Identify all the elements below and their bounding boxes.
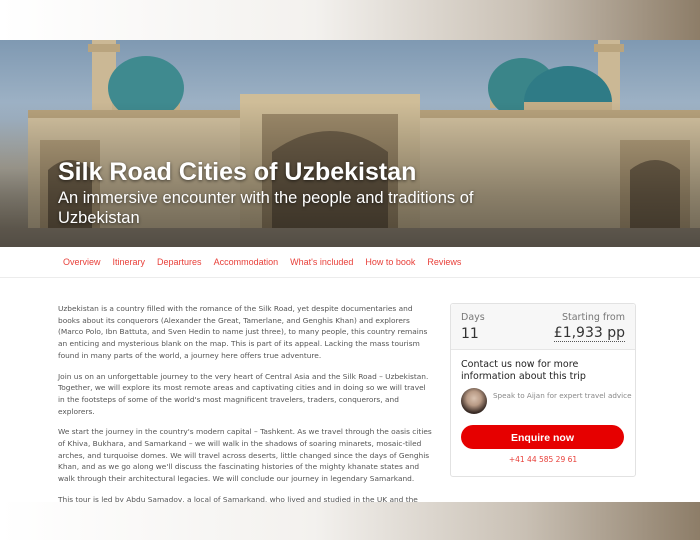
section-tabs: Overview Itinerary Departures Accommodat…: [0, 247, 700, 278]
overview-paragraph: Join us on an unforgettable journey to t…: [58, 371, 429, 416]
days-label: Days: [461, 312, 485, 323]
tab-reviews[interactable]: Reviews: [421, 247, 467, 277]
phone-link[interactable]: +41 44 585 29 61: [451, 455, 635, 464]
tab-itinerary[interactable]: Itinerary: [107, 247, 152, 277]
agent-info: Speak to Aijan for expert travel advice: [461, 388, 632, 416]
price-summary: Days 11 Starting from £1,933 pp: [451, 304, 635, 350]
days-value: 11: [461, 326, 479, 342]
price-label: Starting from: [561, 312, 625, 323]
booking-card: Days 11 Starting from £1,933 pp Contact …: [450, 303, 636, 477]
page-title: Silk Road Cities of Uzbekistan: [58, 158, 417, 186]
tab-departures[interactable]: Departures: [151, 247, 208, 277]
tab-how-to-book[interactable]: How to book: [359, 247, 421, 277]
window-top-strip: [0, 0, 700, 40]
hero-banner: Silk Road Cities of Uzbekistan An immers…: [0, 40, 700, 247]
page-subtitle: An immersive encounter with the people a…: [58, 189, 474, 227]
tab-overview[interactable]: Overview: [57, 247, 107, 277]
overview-paragraph: Uzbekistan is a country filled with the …: [58, 304, 428, 360]
agent-text: Speak to Aijan for expert travel advice: [493, 391, 632, 400]
overview-paragraph: We start the journey in the country's mo…: [58, 427, 432, 484]
price-value[interactable]: £1,933 pp: [553, 326, 625, 342]
enquire-button[interactable]: Enquire now: [461, 425, 624, 449]
tab-accommodation[interactable]: Accommodation: [208, 247, 285, 277]
contact-heading: Contact us now for more information abou…: [461, 359, 586, 382]
tab-whats-included[interactable]: What's included: [284, 247, 359, 277]
overview-content: Uzbekistan is a country filled with the …: [58, 303, 434, 526]
window-bottom-strip: [0, 502, 700, 540]
avatar: [461, 388, 487, 414]
